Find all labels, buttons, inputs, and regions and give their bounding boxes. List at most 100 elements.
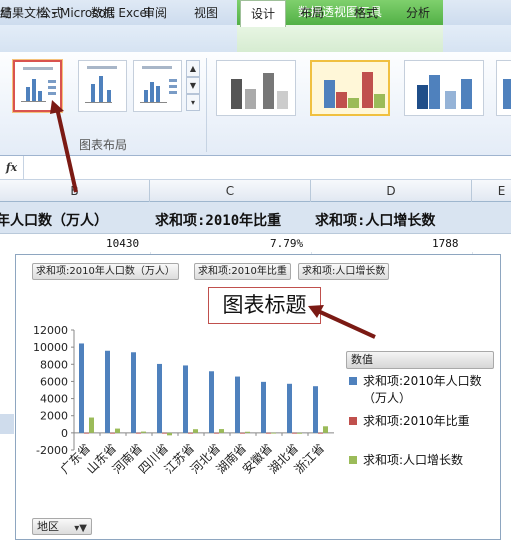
tab-data[interactable]: 数据 [91,0,121,27]
bar-2 [110,432,115,434]
header-cell-share[interactable]: 求和项:2010年比重 [155,210,281,230]
bar-1 [105,350,110,433]
y-tick-label: 12000 [33,325,68,337]
tab-formulas[interactable]: 公式 [39,0,69,27]
layout-gallery-scroll: ▲ ▼ ▾ [186,60,200,112]
legend-header-values[interactable]: 数值 [346,351,494,369]
layout-bar-mark [26,87,30,101]
tab-format[interactable]: 格式 [354,0,384,27]
value-cell-population[interactable]: 10430 [106,237,139,250]
bar-2 [240,432,245,434]
group-separator [206,58,207,152]
field-button-growth[interactable]: 求和项:人口增长数 [298,263,390,280]
bar-3 [219,429,224,433]
field-button-population[interactable]: 求和项:2010年人口数（万人） [32,263,179,280]
chart-layout-2-button[interactable] [78,60,127,112]
chart-layouts-group-label: 图表布局 [78,138,127,152]
tab-page-layout[interactable]: 局 [0,0,20,27]
header-cell-population[interactable]: 年人口数（万人） [0,210,108,230]
chart-layout-3-button[interactable] [133,60,182,112]
gallery-more-button[interactable]: ▾ [186,94,200,111]
layout-axis-mark [140,102,167,103]
bar-3 [297,432,302,434]
layout-axis-mark [85,102,112,103]
style-bar-mark [231,79,242,109]
x-tick-label: 浙江省 [292,441,327,476]
column-header-e[interactable]: E [472,180,511,202]
y-tick-label: 2000 [40,410,68,423]
legend-label: 求和项:人口增长数 [363,453,464,467]
filter-dropdown-icon[interactable]: ▾▼ [74,521,87,536]
legend-swatch [349,456,357,464]
bar-1 [183,365,188,433]
bar-2 [318,432,323,434]
bar-1 [157,363,162,433]
layout-title-mark [87,66,117,69]
column-header-b[interactable]: B [0,180,150,202]
style-bar-mark [348,98,359,108]
layout-bar-mark [144,90,148,102]
region-filter-label: 地区 [37,520,59,533]
layout-bar-mark [99,76,103,102]
column-header-c[interactable]: C [150,180,311,202]
layout-title-mark [142,66,172,69]
y-tick-label: 10000 [33,341,68,354]
style-bar-mark [429,75,440,109]
bar-3 [89,417,94,433]
bar-1 [209,371,214,433]
tab-review[interactable]: 审阅 [143,0,173,27]
gallery-scroll-down-button[interactable]: ▼ [186,77,200,94]
style-bar-mark [417,85,428,109]
layout-legend-mark [169,79,177,97]
chart-style-4-button[interactable] [496,60,511,116]
layout-bar-mark [91,84,95,102]
header-cell-growth[interactable]: 求和项:人口增长数 [315,210,435,230]
bar-3 [167,432,172,436]
plot-area[interactable]: 120001000080006000400020000-2000广东省山东省河南… [16,325,336,515]
chart-style-3-button[interactable] [404,60,484,116]
tab-layout[interactable]: 布局 [300,0,330,27]
ribbon-body: ▲ ▼ ▾ 图表布局 [0,52,511,156]
style-bar-mark [263,73,274,109]
style-bar-mark [245,89,256,109]
bar-1 [131,352,136,433]
window-title: 结果文档 - Microsoft Excel [0,6,151,20]
gallery-scroll-up-button[interactable]: ▲ [186,60,200,77]
insert-function-button[interactable]: fx [0,156,24,179]
chart-title[interactable]: 图表标题 [208,287,321,324]
chart-layout-1-button[interactable] [12,59,63,113]
pivot-chart[interactable]: 求和项:2010年人口数（万人） 求和项:2010年比重 求和项:人口增长数 图… [15,254,501,540]
bar-2 [162,432,167,434]
layout-bar-mark [32,79,36,101]
column-headers: B C D E [0,180,511,202]
bar-1 [313,386,318,433]
bar-2 [266,432,271,434]
value-cell-share[interactable]: 7.79% [270,237,303,250]
formula-bar[interactable]: fx [0,156,511,180]
pivot-header-row: 年人口数（万人） 求和项:2010年比重 求和项:人口增长数 [0,202,511,234]
bar-2 [136,432,141,434]
bar-1 [287,383,292,433]
region-filter-button[interactable]: 地区 ▾▼ [32,518,92,535]
chart-style-1-button[interactable] [216,60,296,116]
tab-design[interactable]: 设计 [240,0,286,27]
value-cell-growth[interactable]: 1788 [432,237,459,250]
tab-view[interactable]: 视图 [194,0,224,27]
style-bar-mark [277,91,288,109]
style-bar-mark [445,91,456,109]
bar-3 [271,432,276,434]
field-button-share[interactable]: 求和项:2010年比重 [194,263,291,280]
bar-2 [292,432,297,434]
column-header-d[interactable]: D [311,180,472,202]
layout-bar-mark [156,86,160,102]
legend-label: 求和项:2010年比重 [363,414,470,428]
y-tick-label: -2000 [36,444,68,457]
legend-swatch [349,377,357,385]
bar-1 [79,343,84,433]
layout-axis-mark [21,101,46,102]
bar-2 [214,432,219,434]
bar-1 [261,381,266,433]
tab-analyze[interactable]: 分析 [406,0,436,27]
layout-bar-mark [150,82,154,102]
chart-style-2-button[interactable] [310,60,390,116]
